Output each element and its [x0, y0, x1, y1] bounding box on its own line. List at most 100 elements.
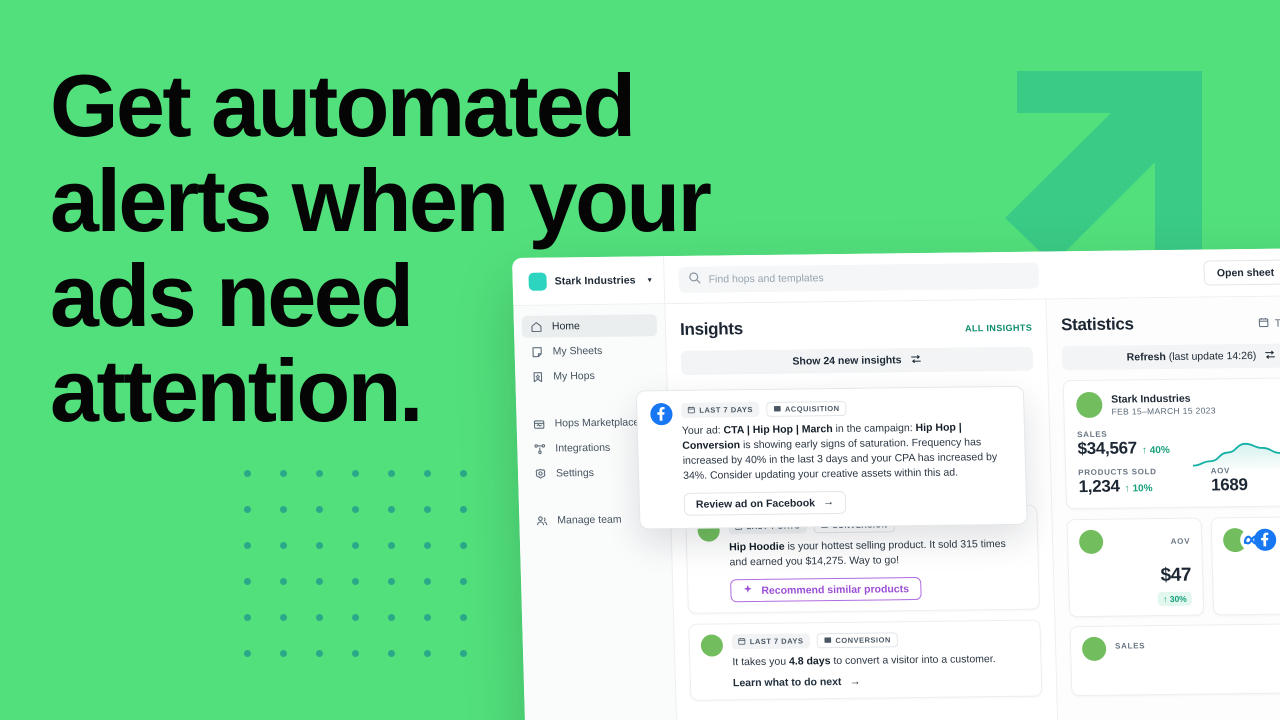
- refresh-loop-icon: [909, 352, 921, 367]
- topbar-actions: Open sheet + N: [1203, 259, 1280, 286]
- insight-card-conversion-time[interactable]: LAST 7 DAYS CONVERSION It takes you 4.8 …: [688, 619, 1043, 701]
- decorative-dot: [244, 650, 251, 657]
- decorative-dot: [244, 470, 251, 477]
- tag-timeframe: LAST 7 DAYS: [731, 633, 810, 650]
- show-new-insights-button[interactable]: Show 24 new insights: [680, 346, 1034, 375]
- search-area: [664, 260, 1204, 293]
- decorative-dot: [388, 542, 395, 549]
- date-range-selector[interactable]: This month vs: [1258, 316, 1280, 331]
- sparkle-icon: [742, 584, 753, 598]
- statistics-card-header: Stark Industries FEB 15–MARCH 15 2023: [1075, 389, 1280, 419]
- search-input[interactable]: [708, 269, 1029, 286]
- decorative-dot: [388, 650, 395, 657]
- decorative-dot: [424, 470, 431, 477]
- workspace-name: Stark Industries: [554, 273, 636, 287]
- refresh-meta: (last update 14:26): [1168, 349, 1257, 363]
- statistics-title: Statistics: [1060, 314, 1134, 335]
- bottom-stat-card-sales[interactable]: SALES: [1069, 622, 1280, 697]
- decorative-dot: [280, 542, 287, 549]
- search-icon: [688, 272, 701, 287]
- recommend-similar-products-label: Recommend similar products: [761, 582, 910, 597]
- chevron-down-icon[interactable]: ▾: [648, 275, 652, 284]
- tag-category: CONVERSION: [816, 632, 899, 649]
- mini-stat-cards: AOV $47 ↑ 30%: [1066, 515, 1280, 618]
- sidebar-label-my-hops: My Hops: [553, 369, 595, 383]
- sidebar-item-my-hops[interactable]: My Hops: [523, 364, 659, 388]
- tag-category-label: CONVERSION: [835, 635, 891, 646]
- decorative-dot: [388, 506, 395, 513]
- decorative-dot: [280, 506, 287, 513]
- decorative-dot: [460, 542, 467, 549]
- decorative-dot: [352, 542, 359, 549]
- decorative-dot: [316, 470, 323, 477]
- sidebar-item-my-sheets[interactable]: My Sheets: [522, 339, 658, 363]
- headline-line-2: alerts when your: [50, 151, 712, 250]
- decorative-dot: [280, 650, 287, 657]
- open-sheet-button[interactable]: Open sheet: [1203, 259, 1280, 286]
- statistics-date-range: FEB 15–MARCH 15 2023: [1111, 404, 1216, 417]
- decorative-dot: [388, 614, 395, 621]
- kpi-sales-delta: ↑ 40%: [1141, 444, 1170, 457]
- sidebar-label-integrations: Integrations: [555, 441, 611, 455]
- sidebar-item-home[interactable]: Home: [521, 314, 658, 338]
- kpi-aov: AOV 1689: [1211, 466, 1248, 495]
- source-icon-group: [1222, 528, 1277, 553]
- refresh-text: Refresh (last update 14:26): [1127, 350, 1257, 364]
- statistics-org-name: Stark Industries: [1111, 392, 1191, 406]
- learn-next-label: Learn what to do next: [732, 675, 842, 690]
- search-box[interactable]: [678, 262, 1040, 293]
- decorative-dot: [280, 470, 287, 477]
- decorative-dot: [460, 506, 467, 513]
- avatar: [1078, 529, 1104, 555]
- insight-text-1: Your ad: CTA | Hip Hop | March in the ca…: [681, 421, 998, 482]
- decorative-dot: [244, 542, 251, 549]
- decorative-dot: [424, 506, 431, 513]
- arrow-right-icon: →: [822, 496, 835, 509]
- decorative-dot: [424, 650, 431, 657]
- bookmark-star-icon: [531, 370, 544, 383]
- gear-icon: [534, 467, 547, 480]
- decorative-dot: [460, 614, 467, 621]
- decorative-dot: [352, 578, 359, 585]
- mini-card-aov-delta: ↑ 30%: [1157, 591, 1192, 607]
- mini-card-aov-value: $47: [1160, 564, 1192, 587]
- learn-what-to-do-next-button[interactable]: Learn what to do next →: [732, 675, 861, 690]
- refresh-label: Refresh: [1126, 351, 1166, 364]
- refresh-loop-icon: [1264, 348, 1276, 363]
- decorative-dot: [352, 470, 359, 477]
- decorative-dot: [316, 506, 323, 513]
- insight-card-facebook-saturation[interactable]: LAST 7 DAYS ACQUISITION Your ad: CTA | H…: [635, 385, 1028, 530]
- marketplace-icon: [532, 417, 545, 430]
- avatar: [1075, 391, 1103, 419]
- sidebar-label-hops-marketplace: Hops Marketplace: [554, 416, 640, 430]
- decorative-dot: [280, 578, 287, 585]
- decorative-dot: [352, 614, 359, 621]
- insights-title: Insights: [679, 319, 744, 339]
- decorative-dot: [388, 470, 395, 477]
- workspace-switcher[interactable]: Stark Industries ▾: [512, 255, 666, 306]
- decorative-dot: [244, 578, 251, 585]
- decorative-dot: [388, 578, 395, 585]
- insight-text-2: Hip Hoodie is your hottest selling produ…: [728, 537, 1006, 569]
- tag-timeframe-label: LAST 7 DAYS: [749, 636, 804, 647]
- refresh-button[interactable]: Refresh (last update 14:26): [1061, 342, 1280, 371]
- mini-card-aov[interactable]: AOV $47 ↑ 30%: [1066, 517, 1205, 618]
- kpi-aov-value: 1689: [1210, 475, 1248, 495]
- decorative-dot: [460, 470, 467, 477]
- statistics-header: Statistics This month vs: [1061, 312, 1280, 335]
- all-insights-link[interactable]: ALL INSIGHTS: [965, 323, 1032, 334]
- review-ad-on-facebook-button[interactable]: Review ad on Facebook →: [683, 490, 847, 516]
- mini-card-meta[interactable]: M 8.1 ↑ 27: [1210, 515, 1280, 616]
- calendar-icon: [1258, 317, 1269, 331]
- statistics-column: Statistics This month vs Refresh (last u…: [1045, 295, 1280, 720]
- facebook-icon: [650, 403, 673, 426]
- decorative-dot: [460, 650, 467, 657]
- statistics-main-card[interactable]: Stark Industries FEB 15–MARCH 15 2023 SA…: [1062, 376, 1280, 510]
- facebook-icon: [1253, 528, 1277, 551]
- avatar: [700, 634, 724, 657]
- mini-card-header: M: [1222, 527, 1280, 553]
- recommend-similar-products-button[interactable]: Recommend similar products: [730, 576, 922, 603]
- decorative-dot-grid: [244, 470, 484, 670]
- sheet-icon: [530, 345, 543, 358]
- insights-header: Insights ALL INSIGHTS: [680, 316, 1033, 340]
